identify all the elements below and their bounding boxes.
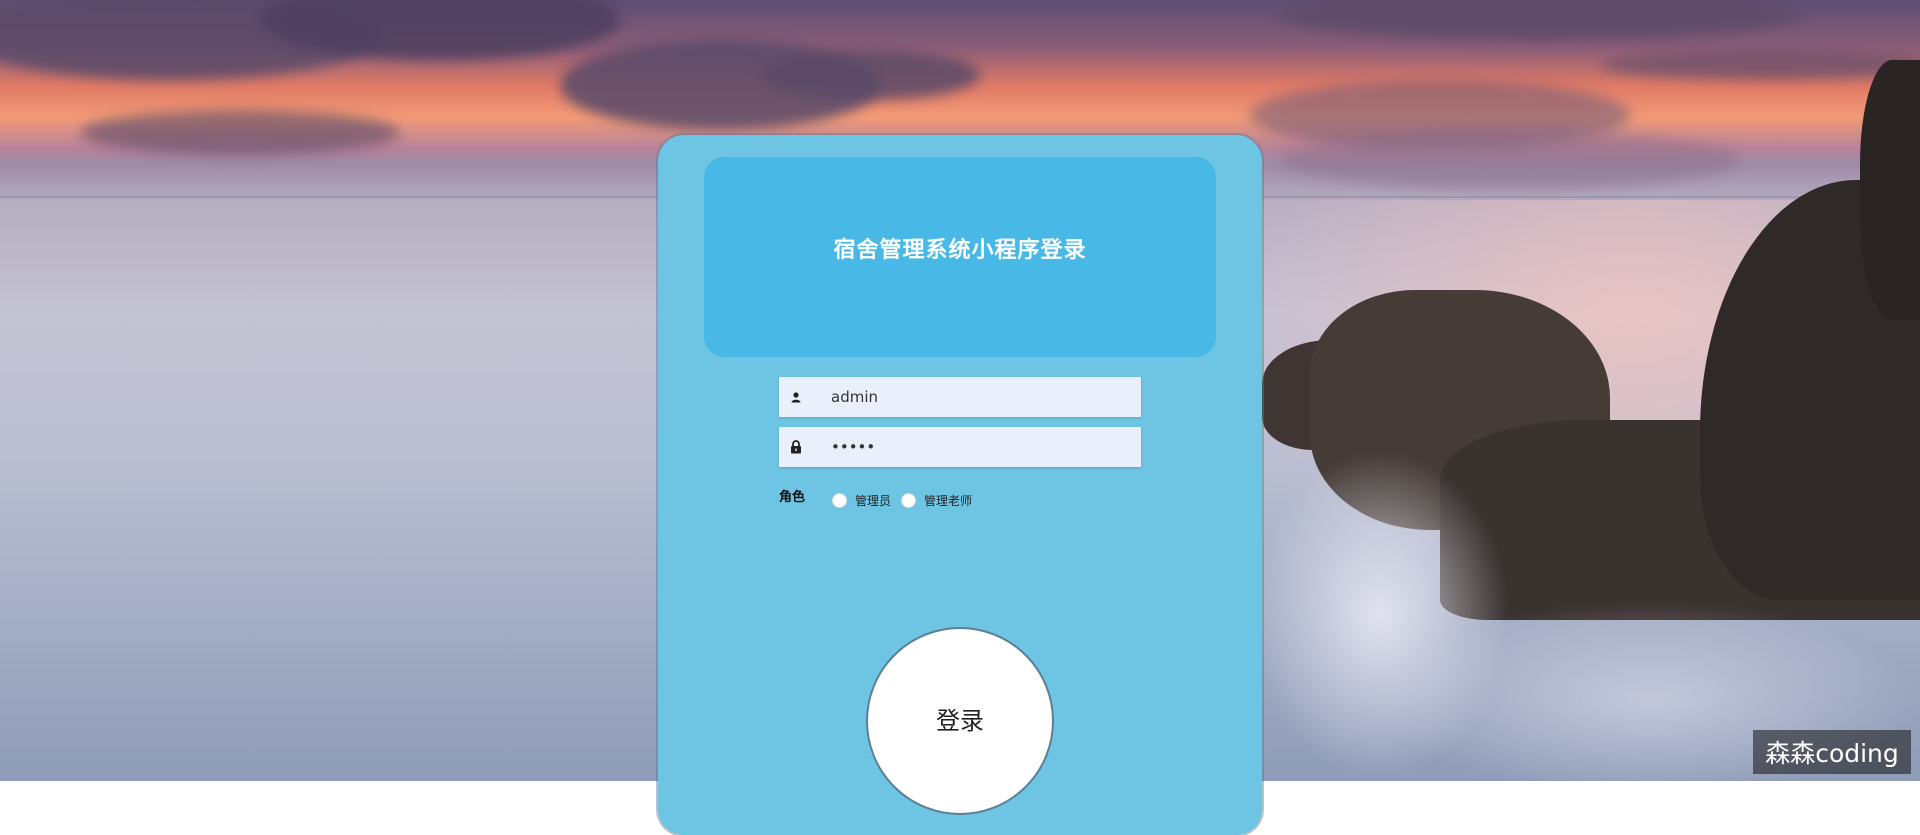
- watermark: 森森coding: [1753, 730, 1911, 774]
- role-option-teacher-label: 管理老师: [924, 493, 973, 508]
- username-field[interactable]: [779, 377, 1141, 417]
- login-header: 宿舍管理系统小程序登录: [704, 157, 1216, 357]
- login-button-label: 登录: [936, 706, 984, 735]
- radio-teacher[interactable]: [901, 492, 917, 508]
- radio-admin[interactable]: [832, 492, 848, 508]
- user-icon: [789, 390, 803, 404]
- role-label: 角色: [779, 489, 806, 505]
- username-input[interactable]: [829, 387, 1133, 407]
- role-option-admin-label: 管理员: [855, 493, 892, 508]
- password-input[interactable]: [829, 437, 1133, 457]
- role-option-teacher[interactable]: 管理老师: [901, 492, 972, 509]
- login-button[interactable]: 登录: [866, 627, 1054, 815]
- lock-icon: [789, 440, 803, 454]
- role-selector: 角色 管理员 管理老师: [779, 488, 972, 512]
- password-field[interactable]: [779, 427, 1141, 467]
- login-card: 宿舍管理系统小程序登录 角色 管理员 管理老师: [658, 135, 1262, 835]
- page-title: 宿舍管理系统小程序登录: [833, 238, 1087, 263]
- role-option-admin[interactable]: 管理员: [832, 492, 891, 509]
